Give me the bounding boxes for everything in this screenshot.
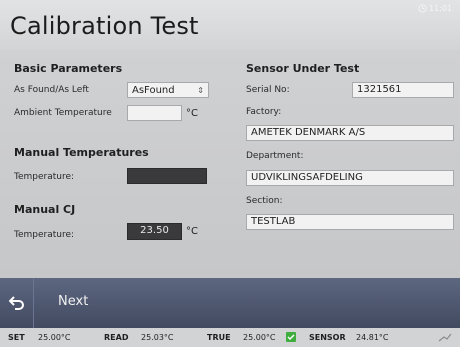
manual-temperature-input[interactable]	[127, 168, 207, 184]
clock: 11:01	[418, 4, 452, 13]
serial-number-input[interactable]: 1321561	[352, 82, 454, 98]
sensor-value: 24.81°C	[356, 333, 389, 342]
manual-temperatures-title: Manual Temperatures	[14, 146, 149, 159]
as-found-label: As Found/As Left	[14, 85, 89, 95]
serial-number-label: Serial No:	[246, 85, 290, 95]
as-found-select[interactable]: AsFound ⇕	[127, 82, 209, 98]
manual-cj-temperature-input[interactable]: 23.50	[127, 223, 182, 240]
signal-icon	[438, 333, 452, 344]
ambient-temperature-input[interactable]	[127, 105, 182, 121]
bottom-nav-bar: Next	[0, 278, 460, 328]
back-button[interactable]	[0, 278, 34, 328]
department-input[interactable]: UDVIKLINGSAFDELING	[246, 170, 454, 186]
sensor-under-test-title: Sensor Under Test	[246, 62, 360, 75]
main-panel: Basic Parameters As Found/As Left AsFoun…	[0, 50, 460, 278]
manual-cj-title: Manual CJ	[14, 203, 76, 216]
chevron-updown-icon: ⇕	[197, 85, 204, 95]
clock-time: 11:01	[428, 4, 452, 13]
factory-input[interactable]: AMETEK DENMARK A/S	[246, 125, 454, 141]
ambient-unit: °C	[186, 108, 198, 119]
basic-parameters-title: Basic Parameters	[14, 62, 123, 75]
true-label: TRUE	[207, 333, 231, 342]
clock-icon	[418, 4, 427, 13]
section-label: Section:	[246, 196, 283, 206]
section-input[interactable]: TESTLAB	[246, 214, 454, 230]
ambient-temperature-label: Ambient Temperature	[14, 108, 112, 118]
status-bar: SET 25.00°C READ 25.03°C TRUE 25.00°C SE…	[0, 328, 460, 347]
manual-cj-unit: °C	[186, 226, 198, 237]
set-label: SET	[8, 333, 25, 342]
read-label: READ	[104, 333, 129, 342]
true-value: 25.00°C	[243, 333, 276, 342]
as-found-value: AsFound	[132, 84, 175, 96]
checkmark-icon	[286, 332, 296, 342]
department-label: Department:	[246, 151, 304, 161]
back-arrow-icon	[8, 296, 24, 310]
factory-label: Factory:	[246, 107, 282, 117]
read-value: 25.03°C	[141, 333, 174, 342]
manual-temperature-label: Temperature:	[14, 172, 75, 182]
page-title: Calibration Test	[10, 12, 199, 40]
next-button[interactable]: Next	[58, 294, 88, 309]
title-bar: Calibration Test 11:01	[0, 0, 460, 50]
sensor-label: SENSOR	[309, 333, 346, 342]
manual-cj-temperature-label: Temperature:	[14, 230, 75, 240]
set-value: 25.00°C	[38, 333, 71, 342]
